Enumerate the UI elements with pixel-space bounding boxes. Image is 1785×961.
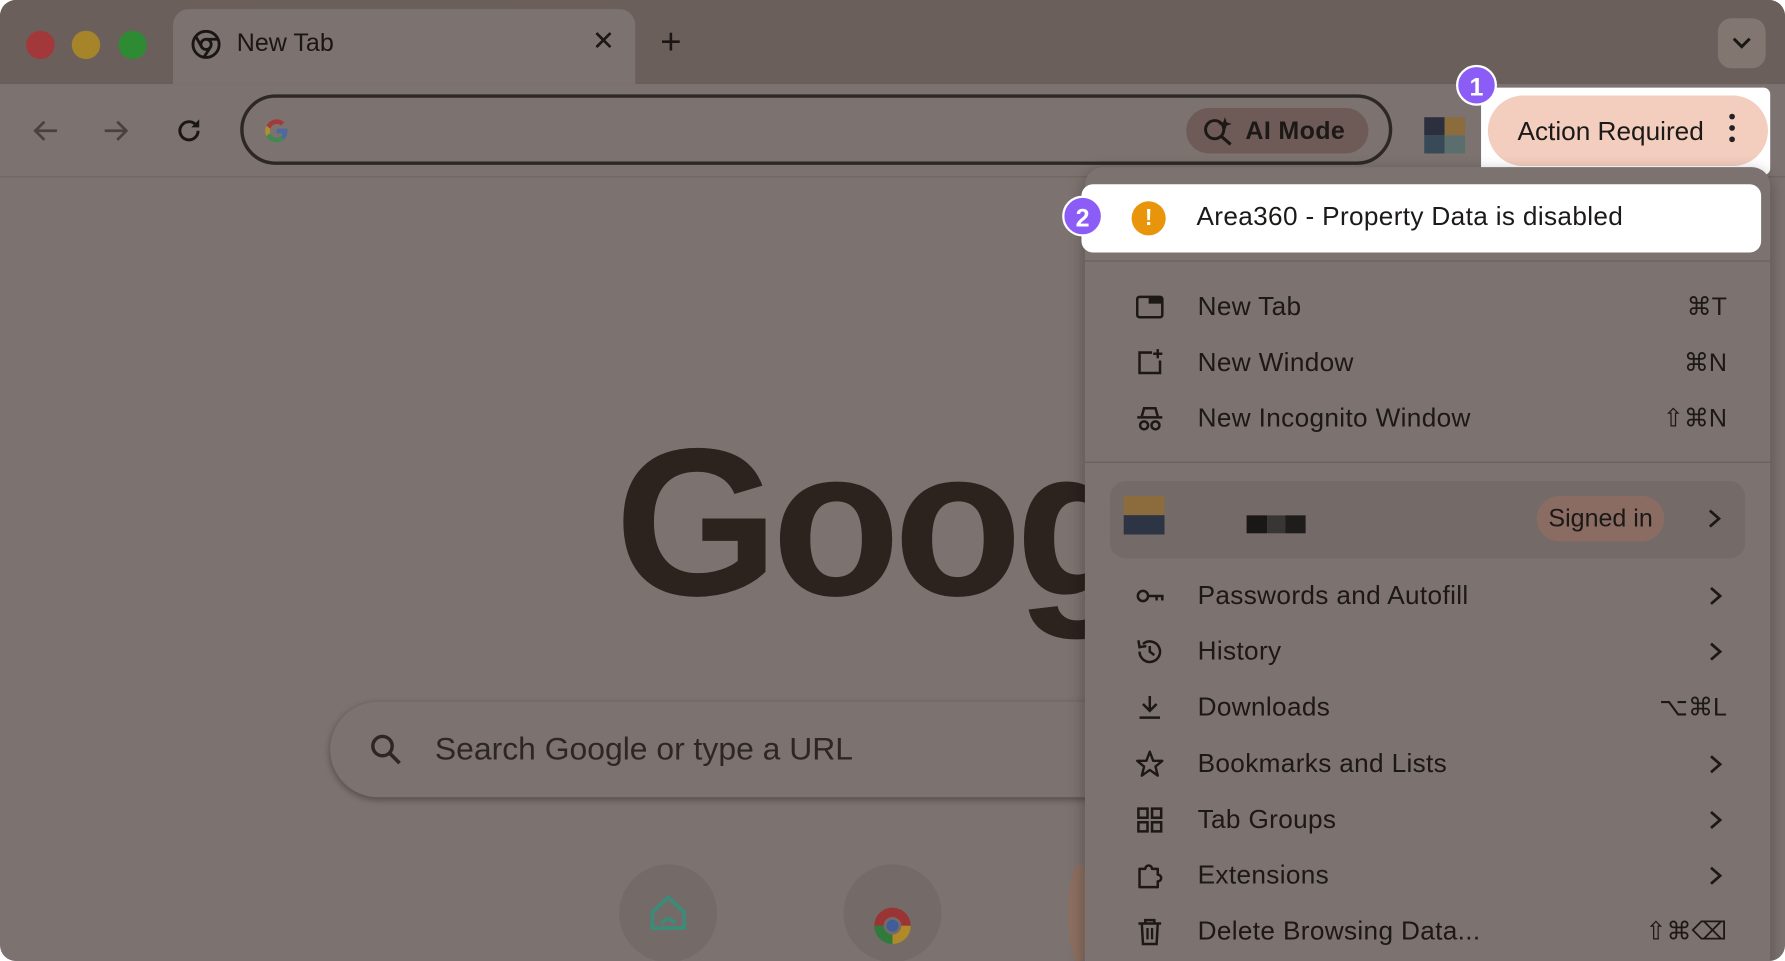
tab-search-button[interactable] xyxy=(1717,18,1766,69)
address-bar[interactable]: AI Mode xyxy=(240,94,1393,165)
profile-avatar-icon[interactable] xyxy=(1424,117,1466,154)
star-icon xyxy=(1136,750,1164,777)
menu-divider xyxy=(1084,461,1771,463)
menu-item-label: Downloads xyxy=(1197,691,1331,722)
menu-item-extensions[interactable]: Extensions xyxy=(1085,850,1770,902)
menu-divider xyxy=(1084,260,1771,262)
menu-item-label: Extensions xyxy=(1197,859,1330,890)
trash-icon xyxy=(1138,918,1162,946)
key-icon xyxy=(1136,589,1164,603)
search-icon xyxy=(371,734,401,765)
search-placeholder: Search Google or type a URL xyxy=(434,731,854,767)
action-required-button[interactable]: Action Required xyxy=(1487,95,1768,167)
menu-item-shortcut: ⌥⌘L xyxy=(1659,692,1727,722)
menu-item-new-incognito-window[interactable]: New Incognito Window ⇧⌘N xyxy=(1085,392,1770,444)
close-tab-icon[interactable]: ✕ xyxy=(592,25,615,58)
tab-new-tab[interactable]: New Tab ✕ xyxy=(173,9,636,85)
chrome-icon xyxy=(191,29,221,59)
menu-item-new-tab[interactable]: New Tab ⌘T xyxy=(1085,281,1770,333)
menu-item-shortcut: ⌘N xyxy=(1683,348,1727,377)
browser-window: New Tab ✕ + AI Mode Google Search Google… xyxy=(0,0,1785,961)
menu-item-label: New Incognito Window xyxy=(1197,402,1471,433)
back-button[interactable] xyxy=(26,111,65,150)
home-icon xyxy=(650,895,687,931)
menu-item-new-window[interactable]: New Window ⌘N xyxy=(1085,337,1770,389)
redacted-profile-name xyxy=(1246,515,1306,534)
profile-row[interactable]: Signed in xyxy=(1109,481,1746,559)
chevron-right-icon xyxy=(1710,586,1723,605)
action-required-label: Action Required xyxy=(1517,116,1704,146)
reload-icon xyxy=(178,119,200,142)
step-badge-1: 1 xyxy=(1456,64,1497,106)
sparkle-search-icon xyxy=(1204,117,1232,146)
menu-alert-label: Area360 - Property Data is disabled xyxy=(1196,201,1624,231)
new-window-icon xyxy=(1138,349,1163,375)
tab-groups-icon xyxy=(1137,807,1163,833)
warning-icon: ! xyxy=(1131,201,1166,236)
chevron-right-icon xyxy=(1710,866,1723,885)
chevron-right-icon xyxy=(1710,755,1723,774)
incognito-icon xyxy=(1137,407,1163,431)
step-badge-2: 2 xyxy=(1062,195,1104,237)
history-icon xyxy=(1137,640,1162,664)
download-icon xyxy=(1139,696,1161,719)
new-tab-button[interactable]: + xyxy=(660,23,681,59)
shortcut-tile-chrome[interactable] xyxy=(843,864,942,961)
menu-item-passwords-and-autofill[interactable]: Passwords and Autofill xyxy=(1085,570,1770,622)
more-vert-icon xyxy=(1729,113,1736,148)
chevron-right-icon xyxy=(1708,509,1722,528)
menu-item-downloads[interactable]: Downloads ⌥⌘L xyxy=(1085,681,1770,733)
close-window-button[interactable] xyxy=(26,30,55,60)
tab-strip: New Tab ✕ + xyxy=(0,0,1785,85)
arrow-right-icon xyxy=(104,120,129,141)
extensions-icon xyxy=(1138,864,1163,889)
new-tab-icon xyxy=(1136,295,1164,319)
menu-item-label: Delete Browsing Data... xyxy=(1197,915,1481,946)
menu-item-label: New Tab xyxy=(1197,291,1302,321)
menu-item-label: Tab Groups xyxy=(1197,804,1337,834)
menu-item-tab-groups[interactable]: Tab Groups xyxy=(1085,794,1770,846)
menu-item-delete-browsing-data[interactable]: Delete Browsing Data... ⇧⌘⌫ xyxy=(1085,905,1770,957)
shortcut-tile-home[interactable] xyxy=(619,864,718,961)
tab-title: New Tab xyxy=(236,28,334,57)
chevron-right-icon xyxy=(1710,811,1723,829)
menu-item-shortcut: ⇧⌘⌫ xyxy=(1645,916,1727,946)
search-box[interactable]: Search Google or type a URL xyxy=(330,701,1196,798)
ai-mode-label: AI Mode xyxy=(1245,116,1346,145)
forward-button[interactable] xyxy=(97,111,136,150)
reload-button[interactable] xyxy=(170,111,209,150)
menu-item-bookmarks-and-lists[interactable]: Bookmarks and Lists xyxy=(1085,738,1770,790)
minimize-window-button[interactable] xyxy=(71,30,101,60)
menu-alert-item[interactable]: ! Area360 - Property Data is disabled xyxy=(1081,184,1762,253)
menu-item-label: History xyxy=(1197,635,1282,666)
menu-item-label: Passwords and Autofill xyxy=(1197,580,1469,610)
menu-item-label: Bookmarks and Lists xyxy=(1197,748,1448,778)
chrome-logo-icon xyxy=(874,907,911,944)
menu-item-label: New Window xyxy=(1197,346,1354,377)
menu-item-history[interactable]: History xyxy=(1085,626,1770,678)
menu-item-shortcut: ⌘T xyxy=(1686,292,1727,321)
profile-avatar-icon xyxy=(1123,495,1165,535)
ai-mode-button[interactable]: AI Mode xyxy=(1186,108,1369,154)
google-g-icon xyxy=(265,119,288,143)
menu-item-shortcut: ⇧⌘N xyxy=(1662,403,1727,433)
chevron-right-icon xyxy=(1710,642,1723,661)
chevron-down-icon xyxy=(1732,37,1751,49)
arrow-left-icon xyxy=(33,120,57,141)
zoom-window-button[interactable] xyxy=(118,30,147,60)
signed-in-chip: Signed in xyxy=(1536,495,1665,542)
